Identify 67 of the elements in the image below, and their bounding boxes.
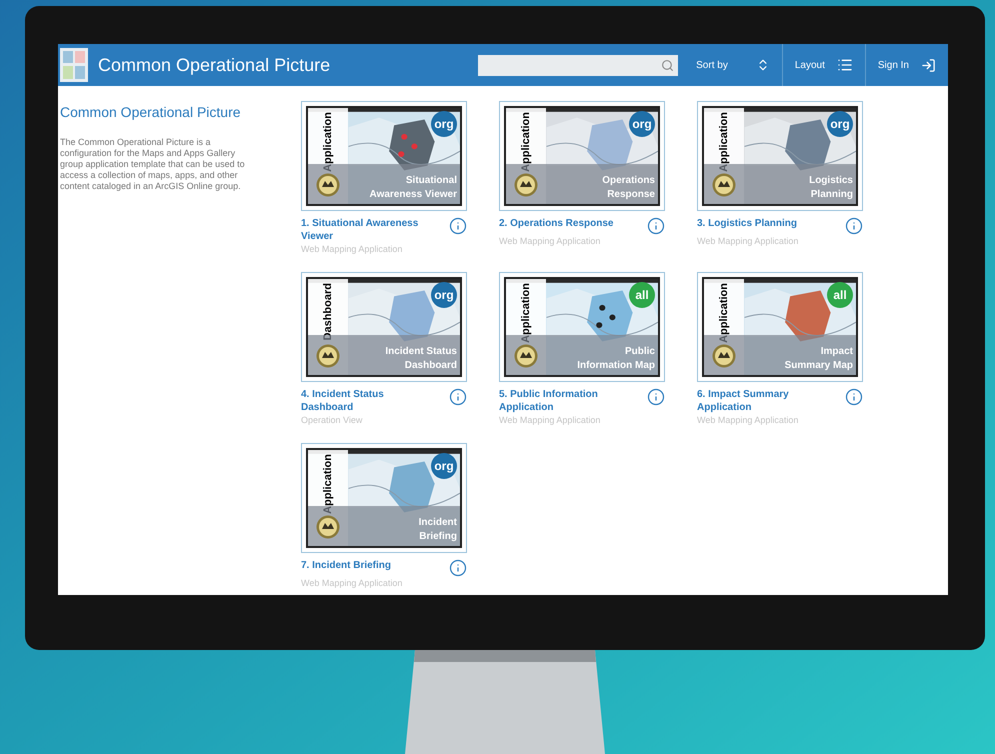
type-label: Application xyxy=(718,283,730,343)
info-icon[interactable] xyxy=(449,559,467,577)
sign-in-icon xyxy=(921,58,936,72)
item-title[interactable]: 1. Situational Awareness Viewer xyxy=(301,217,426,243)
info-icon[interactable] xyxy=(647,217,665,235)
thumbnail-frame[interactable]: Application org Logistics Planning xyxy=(697,101,863,211)
thumbnail-frame[interactable]: Application all Public Information Map xyxy=(499,272,665,382)
thumbnail-frame[interactable]: Application org Incident Briefing xyxy=(301,443,467,553)
info-icon[interactable] xyxy=(647,388,665,406)
sidebar-title: Common Operational Picture xyxy=(60,103,242,122)
item-subtitle: Web Mapping Application xyxy=(697,235,800,247)
item-subtitle: Web Mapping Application xyxy=(499,235,602,247)
item-title[interactable]: 6. Impact Summary Application xyxy=(697,388,822,414)
thumbnail-caption: Dashboard xyxy=(404,359,457,373)
search-icon xyxy=(661,58,674,72)
info-icon[interactable] xyxy=(845,388,863,406)
thumbnail-caption: Briefing xyxy=(419,530,457,544)
sidebar-description: The Common Operational Picture is a configuration for the Maps and Apps Gallery group application template that can be used to access a collection of maps, apps, and other content cataloged in an ArcGIS Online group. xyxy=(60,137,246,192)
type-label: Application xyxy=(322,112,334,172)
thumbnail-caption: Awareness Viewer xyxy=(370,188,457,202)
seal-icon xyxy=(712,344,736,368)
type-label: Application xyxy=(520,112,532,172)
sign-in-button[interactable]: Sign In xyxy=(866,44,948,86)
seal-icon xyxy=(514,344,538,368)
type-label: Application xyxy=(322,454,334,514)
seal-icon xyxy=(316,344,340,368)
item-subtitle: Web Mapping Application xyxy=(301,243,404,255)
item-title[interactable]: 7. Incident Briefing xyxy=(301,559,426,572)
thumbnail-caption: Operations xyxy=(602,174,655,188)
thumbnail-caption: Planning xyxy=(810,188,853,202)
seal-icon xyxy=(514,173,538,197)
list-icon xyxy=(836,57,853,73)
thumbnail-caption: Impact xyxy=(820,345,853,359)
thumbnail-caption: Summary Map xyxy=(784,359,853,373)
logo-icon xyxy=(60,48,88,82)
thumbnail-caption: Information Map xyxy=(577,359,655,373)
item-subtitle: Web Mapping Application xyxy=(301,577,404,589)
thumbnail-frame[interactable]: Application org Operations Response xyxy=(499,101,665,211)
seal-icon xyxy=(316,515,340,539)
layout-button[interactable]: Layout xyxy=(782,44,866,86)
thumbnail-frame[interactable]: Application all Impact Summary Map xyxy=(697,272,863,382)
thumbnail-caption: Response xyxy=(607,188,655,202)
thumbnail-caption: Incident Status xyxy=(385,345,457,359)
thumbnail-caption: Public xyxy=(624,345,655,359)
item-subtitle: Web Mapping Application xyxy=(697,414,800,426)
item-title[interactable]: 2. Operations Response xyxy=(499,217,624,230)
seal-icon xyxy=(316,173,340,197)
seal-icon xyxy=(712,173,736,197)
item-title[interactable]: 4. Incident Status Dashboard xyxy=(301,388,426,414)
thumbnail-frame[interactable]: Application org Situational Awareness Viewer xyxy=(301,101,467,211)
item-title[interactable]: 3. Logistics Planning xyxy=(697,217,822,230)
search-field[interactable] xyxy=(478,54,678,76)
type-label: Dashboard xyxy=(322,283,334,340)
app-title: Common Operational Picture xyxy=(98,54,330,77)
type-label: Application xyxy=(718,112,730,172)
info-icon[interactable] xyxy=(449,217,467,235)
type-label: Application xyxy=(520,283,532,343)
item-title[interactable]: 5. Public Information Application xyxy=(499,388,624,414)
thumbnail-caption: Logistics xyxy=(809,174,853,188)
thumbnail-caption: Incident xyxy=(418,516,457,530)
item-subtitle: Operation View xyxy=(301,414,364,426)
item-subtitle: Web Mapping Application xyxy=(499,414,602,426)
sort-button[interactable]: Sort by xyxy=(696,44,783,86)
info-icon[interactable] xyxy=(449,388,467,406)
thumbnail-frame[interactable]: Dashboard org Incident Status Dashboard xyxy=(301,272,467,382)
thumbnail-caption: Situational xyxy=(406,174,457,188)
info-icon[interactable] xyxy=(845,217,863,235)
